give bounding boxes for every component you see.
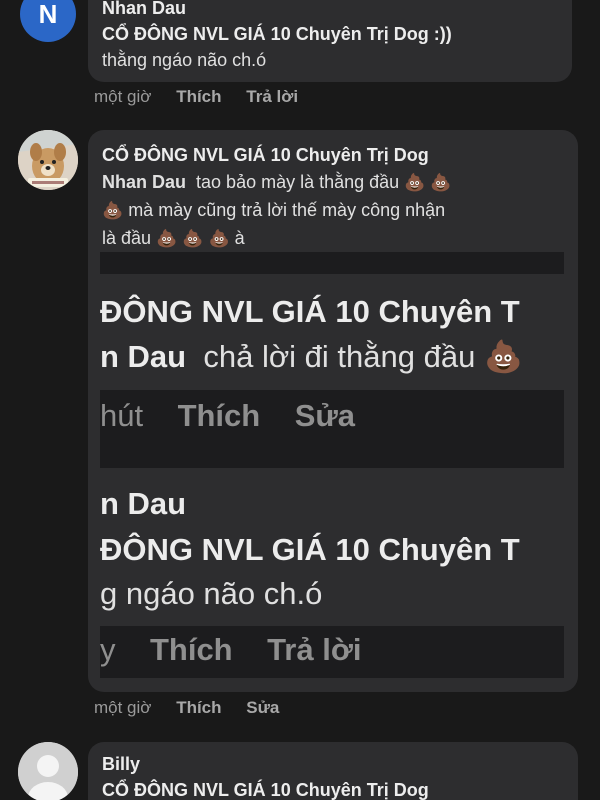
- screenshot-line: ĐÔNG NVL GIÁ 10 Chuyên T: [100, 532, 520, 567]
- comment-time: một giờ: [94, 698, 152, 717]
- comment-line: thằng ngáo não ch.ó: [102, 50, 267, 70]
- dog-photo-icon: [18, 130, 78, 190]
- like-button[interactable]: Thích: [176, 698, 221, 717]
- comment-text: tao bảo mày là thằng đầu: [196, 172, 400, 192]
- poop-emoji-icon: 💩: [430, 173, 452, 192]
- screenshot-mention: n Dau: [100, 339, 187, 374]
- comment-thread: N Nhan Dau CỔ ĐÔNG NVL GIÁ 10 Chuyên Trị…: [0, 0, 600, 800]
- comment-line: 💩 mà mày cũng trả lời thế mày công nhận: [102, 200, 445, 221]
- avatar[interactable]: [18, 130, 78, 190]
- screenshot-edit: Sửa: [294, 398, 356, 433]
- comment-text: là đầu: [102, 228, 152, 248]
- comment-actions: một giờ Thích Trả lời: [94, 87, 318, 107]
- poop-emoji-icon: 💩: [483, 339, 523, 374]
- screenshot-like: Thích: [149, 632, 233, 667]
- reply-button[interactable]: Trả lời: [246, 87, 298, 106]
- comment-bubble[interactable]: Billy CỔ ĐÔNG NVL GIÁ 10 Chuyên Trị Dog: [88, 742, 578, 800]
- poop-emoji-icon: 💩: [182, 229, 204, 248]
- comment-line: Nhan Dau tao bảo mày là thằng đầu 💩 💩: [102, 172, 452, 193]
- comment-text: à: [234, 228, 245, 248]
- edit-button[interactable]: Sửa: [246, 698, 279, 717]
- avatar[interactable]: N: [20, 0, 76, 42]
- screenshot-time: hút: [100, 398, 144, 433]
- poop-emoji-icon: 💩: [102, 201, 124, 220]
- screenshot-actions: y Thích Trả lời: [100, 632, 362, 668]
- screenshot-reply: Trả lời: [267, 632, 362, 667]
- screenshot-author: ĐÔNG NVL GIÁ 10 Chuyên T: [100, 294, 520, 329]
- comment-text: mà mày cũng trả lời thế mày công nhận: [128, 200, 446, 220]
- comment-line: là đầu 💩 💩 💩 à: [102, 228, 245, 249]
- comment-line: CỔ ĐÔNG NVL GIÁ 10 Chuyên Trị Dog: [102, 780, 429, 800]
- screenshot-band: [100, 252, 564, 274]
- avatar-letter: N: [38, 0, 58, 29]
- default-user-icon: [18, 742, 78, 800]
- poop-emoji-icon: 💩: [404, 173, 426, 192]
- avatar[interactable]: [18, 742, 78, 800]
- comment-author[interactable]: Nhan Dau: [102, 0, 186, 19]
- comment-actions: một giờ Thích Sửa: [94, 698, 299, 718]
- comment-time: một giờ: [94, 87, 152, 106]
- comment-author[interactable]: Billy: [102, 754, 140, 775]
- screenshot-actions: hút Thích Sửa: [100, 398, 355, 434]
- comment-line: CỔ ĐÔNG NVL GIÁ 10 Chuyên Trị Dog :)): [102, 24, 452, 44]
- poop-emoji-icon: 💩: [156, 229, 178, 248]
- screenshot-time: y: [100, 632, 116, 667]
- attached-screenshot[interactable]: ĐÔNG NVL GIÁ 10 Chuyên T n Dau chả lời đ…: [100, 252, 564, 678]
- screenshot-like: Thích: [177, 398, 261, 433]
- poop-emoji-icon: 💩: [208, 229, 230, 248]
- screenshot-text: chả lời đi thằng đầu: [203, 339, 476, 374]
- like-button[interactable]: Thích: [176, 87, 221, 106]
- comment-bubble[interactable]: Nhan Dau CỔ ĐÔNG NVL GIÁ 10 Chuyên Trị D…: [88, 0, 572, 82]
- comment-author[interactable]: CỔ ĐÔNG NVL GIÁ 10 Chuyên Trị Dog: [102, 145, 429, 166]
- screenshot-line: n Dau chả lời đi thằng đầu 💩: [100, 338, 523, 375]
- mention-link[interactable]: Nhan Dau: [102, 172, 186, 192]
- screenshot-author: n Dau: [100, 486, 187, 521]
- screenshot-text: g ngáo não ch.ó: [100, 576, 323, 611]
